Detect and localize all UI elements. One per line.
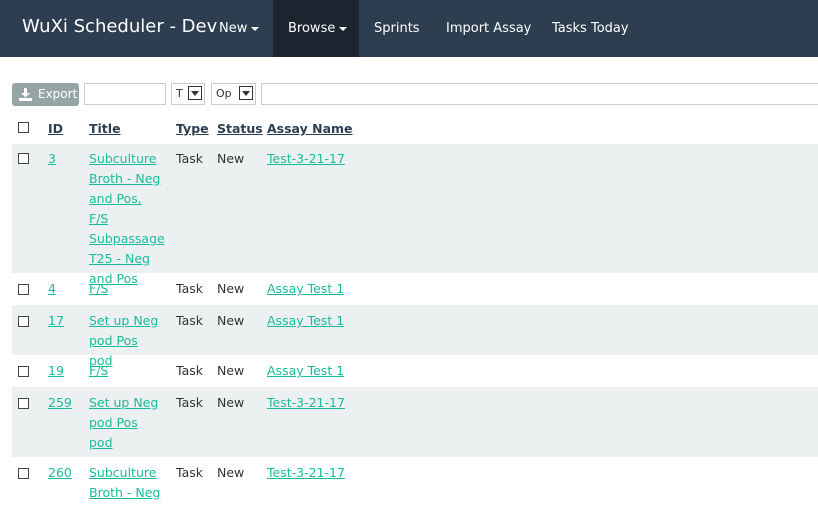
nav-tasks-today[interactable]: Tasks Today: [552, 0, 629, 57]
row-title-link[interactable]: Subculture Broth - Neg: [89, 463, 165, 503]
nav-browse-label: Browse: [288, 21, 336, 36]
nav-import-assay[interactable]: Import Assay: [446, 0, 531, 57]
table-row: 3 Subculture Broth - Neg and Pos, F/S Su…: [12, 144, 818, 286]
row-title-link[interactable]: Set up Neg pod Pos pod: [89, 393, 165, 453]
row-assay-link[interactable]: Test-3-21-17: [267, 393, 345, 413]
column-header-assay-name[interactable]: Assay Name: [267, 121, 353, 136]
nav-new-label: New: [219, 21, 248, 36]
table-row: 260 Subculture Broth - Neg Task New Test…: [12, 457, 818, 508]
row-status: New: [217, 363, 245, 378]
export-label: Export: [38, 87, 78, 101]
export-button[interactable]: Export: [12, 83, 79, 106]
row-type: Task: [176, 395, 203, 410]
row-type: Task: [176, 465, 203, 480]
nav-sprints[interactable]: Sprints: [374, 0, 420, 57]
row-checkbox[interactable]: [18, 366, 29, 377]
row-status: New: [217, 465, 245, 480]
row-title-link[interactable]: Subculture Broth - Neg and Pos, F/S Subp…: [89, 149, 165, 289]
row-checkbox[interactable]: [18, 153, 29, 164]
operator-select[interactable]: Op: [211, 83, 256, 105]
table-row: 259 Set up Neg pod Pos pod Task New Test…: [12, 387, 818, 457]
row-assay-link[interactable]: Assay Test 1: [267, 311, 344, 331]
row-id-link[interactable]: 260: [48, 463, 72, 483]
column-header-status[interactable]: Status: [217, 121, 263, 136]
download-icon: [19, 88, 32, 101]
row-status: New: [217, 395, 245, 410]
row-id-link[interactable]: 259: [48, 393, 72, 413]
filter-value-input[interactable]: [261, 83, 818, 105]
row-checkbox[interactable]: [18, 316, 29, 327]
type-select-value: T: [176, 87, 183, 100]
caret-down-icon: [339, 26, 348, 31]
row-id-link[interactable]: 19: [48, 361, 64, 381]
nav-new-dropdown[interactable]: New: [206, 0, 272, 57]
type-select[interactable]: T: [171, 83, 205, 105]
row-assay-link[interactable]: Test-3-21-17: [267, 463, 345, 483]
row-id-link[interactable]: 3: [48, 149, 56, 169]
caret-down-icon: [251, 26, 260, 31]
column-header-id[interactable]: ID: [48, 121, 63, 136]
select-arrow-icon: [239, 86, 253, 100]
row-status: New: [217, 313, 245, 328]
row-checkbox[interactable]: [18, 468, 29, 479]
table-row: 17 Set up Neg pod Pos pod Task New Assay…: [12, 305, 818, 368]
row-type: Task: [176, 281, 203, 296]
nav-browse-dropdown[interactable]: Browse: [273, 0, 359, 57]
table-row: 4 F/S Task New Assay Test 1: [12, 273, 818, 305]
row-assay-link[interactable]: Assay Test 1: [267, 361, 344, 381]
navbar: WuXi Scheduler - Dev New Browse Sprints …: [0, 0, 818, 57]
select-arrow-icon: [188, 86, 202, 100]
row-status: New: [217, 281, 245, 296]
row-id-link[interactable]: 4: [48, 279, 56, 299]
row-checkbox[interactable]: [18, 398, 29, 409]
row-type: Task: [176, 313, 203, 328]
row-title-link[interactable]: F/S: [89, 279, 165, 299]
app-brand[interactable]: WuXi Scheduler - Dev: [22, 16, 217, 37]
row-type: Task: [176, 151, 203, 166]
row-checkbox[interactable]: [18, 284, 29, 295]
row-assay-link[interactable]: Test-3-21-17: [267, 149, 345, 169]
row-type: Task: [176, 363, 203, 378]
select-all-checkbox[interactable]: [18, 122, 29, 133]
row-status: New: [217, 151, 245, 166]
filter-toolbar: Export T Op: [0, 83, 818, 107]
operator-select-value: Op: [216, 87, 232, 100]
row-assay-link[interactable]: Assay Test 1: [267, 279, 344, 299]
search-input[interactable]: [84, 83, 166, 105]
row-title-link[interactable]: F/S: [89, 361, 165, 381]
table-row: 19 F/S Task New Assay Test 1: [12, 355, 818, 387]
column-header-type[interactable]: Type: [176, 121, 209, 136]
row-id-link[interactable]: 17: [48, 311, 64, 331]
column-header-title[interactable]: Title: [89, 121, 121, 136]
